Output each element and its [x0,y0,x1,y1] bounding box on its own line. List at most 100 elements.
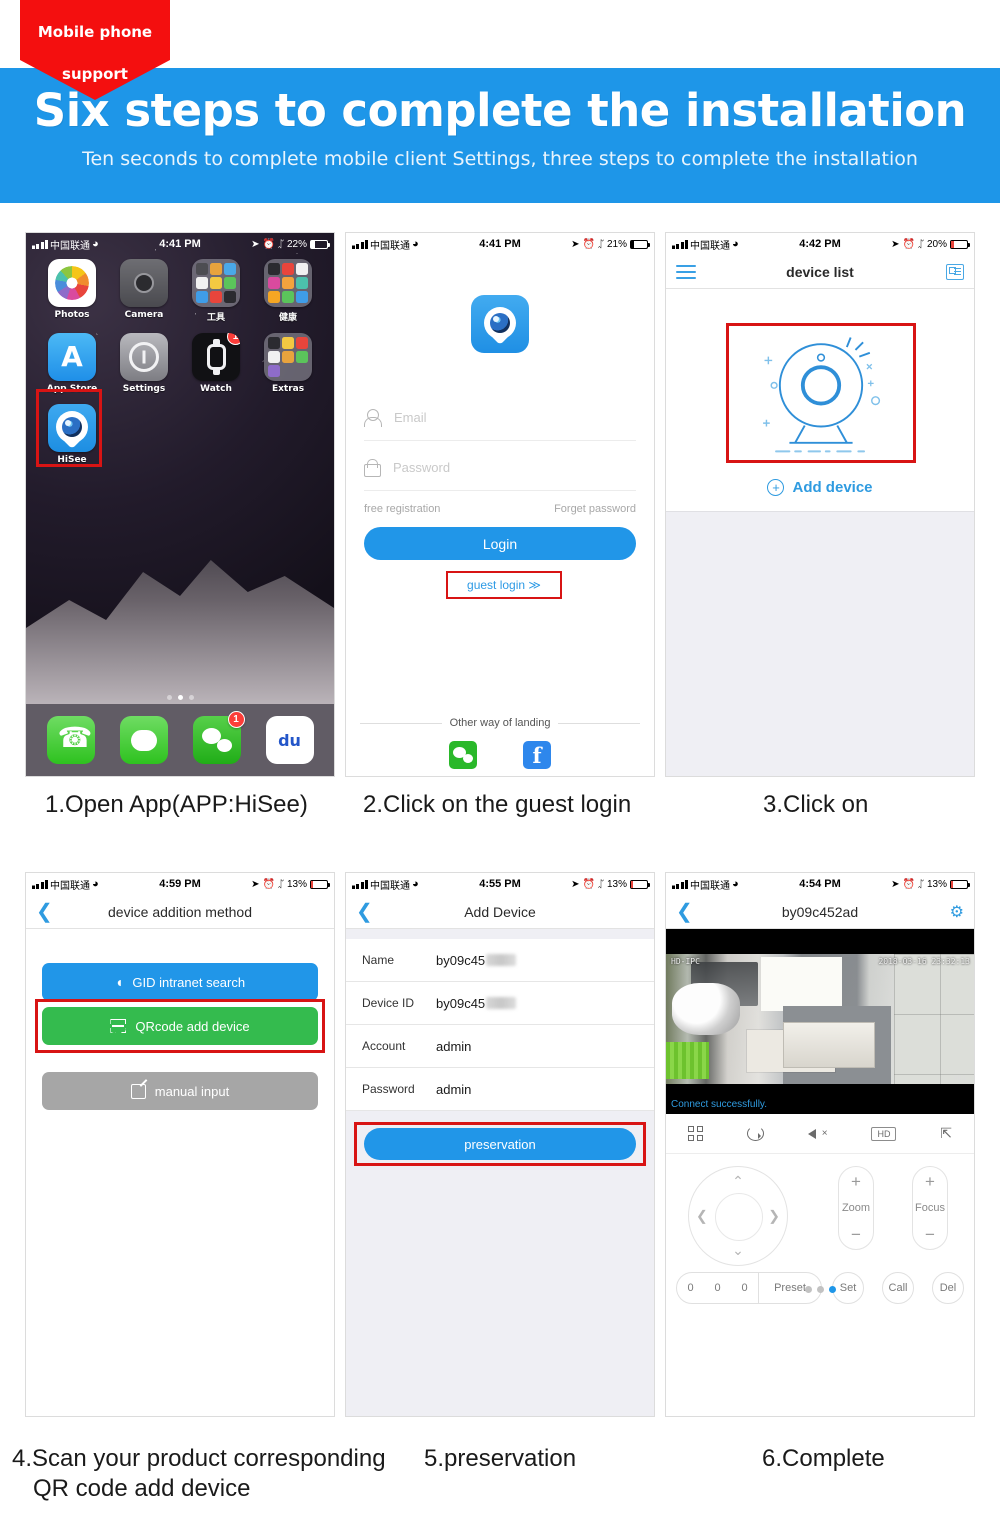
bluetooth-icon: ᛢ [597,238,604,250]
page-dot-active[interactable] [177,695,183,700]
caption-step-2: 2.Click on the guest login [363,791,632,818]
back-button[interactable]: ❮ [676,895,693,928]
messages-icon[interactable] [119,716,168,764]
hd-quality-button[interactable]: HD [871,1126,897,1141]
baidu-label: du [278,730,301,750]
qr-scan-button[interactable] [946,255,964,288]
settings-button[interactable]: ⚙ [950,895,964,928]
form-row-account[interactable]: Account admin [346,1025,654,1068]
chevron-right-icon[interactable]: ❯ [768,1208,780,1225]
app-folder-health[interactable]: 健康 [252,259,324,323]
wechat-icon[interactable]: 1 [192,711,245,764]
video-tile-region [893,954,974,1084]
other-way-divider: Other way of landing [360,717,641,729]
location-icon: ➤ [571,238,580,250]
button-label: GID intranet search [132,974,246,990]
masked-value [486,997,517,1009]
field-value-text: by09c45 [436,952,486,968]
page-dot[interactable] [804,1286,812,1293]
zoom-increase-button[interactable]: + [851,1173,861,1190]
phone-screenshot-6-live-view: 中国联通 ◕ 4:54 PM ➤ ⏰ ᛢ 13% ❮ by09c452ad ⚙ [665,872,975,1417]
app-icon-camera[interactable]: Camera [108,259,180,323]
page-dot-active[interactable] [828,1286,836,1293]
caption-step-5: 5.preservation [424,1445,577,1472]
fullscreen-icon[interactable]: ⇱ [940,1125,952,1142]
back-button[interactable]: ❮ [356,895,373,928]
focus-increase-button[interactable]: + [925,1173,935,1190]
facebook-login-icon[interactable]: f [523,741,551,769]
ptz-dpad[interactable]: ⌃ ⌄ ❮ ❯ [688,1166,788,1266]
page-dot[interactable] [166,695,172,700]
connection-status-text: Connect successfully. [671,1099,767,1110]
app-icon-photos[interactable]: Photos [36,259,108,323]
battery-icon [630,879,650,889]
login-button[interactable]: Login [364,527,636,560]
back-button[interactable]: ❮ [36,895,53,928]
page-title: device list [786,263,854,280]
field-value-text: by09c45 [436,995,486,1011]
qrcode-scan-icon [110,1019,126,1033]
chevron-up-icon[interactable]: ⌃ [732,1173,744,1190]
location-icon: ➤ [571,878,580,890]
forget-password-link[interactable]: Forget password [554,503,636,515]
masked-value [486,954,517,966]
alarm-icon: ⏰ [582,238,595,250]
page-dot[interactable] [816,1286,824,1293]
addition-method-body: ◖ GID intranet search QRcode add device … [26,929,334,1416]
form-row-device-id[interactable]: Device ID by09c45 [346,982,654,1025]
baidu-icon[interactable]: du [265,716,314,764]
form-row-password[interactable]: Password admin [346,1068,654,1111]
photos-icon [48,259,96,307]
wechat-login-icon[interactable] [449,741,477,769]
email-field[interactable]: Email [364,395,636,441]
zoom-decrease-button[interactable]: − [851,1226,861,1243]
menu-button[interactable] [676,255,696,288]
form-row-name[interactable]: Name by09c45 [346,939,654,982]
caption-step-6: 6.Complete [762,1445,885,1472]
settings-icon [120,333,168,381]
phone-screenshot-4-addition-method: 中国联通 ◕ 4:59 PM ➤ ⏰ ᛢ 13% ❮ device additi… [25,872,335,1417]
email-placeholder: Email [394,410,427,425]
folder-health-icon [264,259,312,307]
camera-illustration-highlight-box[interactable] [726,323,916,463]
focus-control[interactable]: + Focus − [912,1166,948,1250]
app-icon-settings[interactable]: Settings [108,333,180,394]
location-icon: ➤ [251,238,260,250]
ptz-center-button[interactable] [715,1193,763,1241]
page-dot[interactable] [188,695,194,700]
app-icon-app-store[interactable]: A App Store [36,333,108,394]
bluetooth-icon: ᛢ [917,878,924,890]
focus-decrease-button[interactable]: − [925,1226,935,1243]
multiview-icon[interactable] [687,1126,703,1141]
app-icon-watch[interactable]: 1 Watch [180,333,252,394]
device-list-empty-area [666,511,974,776]
zoom-control[interactable]: + Zoom − [838,1166,874,1250]
free-registration-link[interactable]: free registration [364,503,440,515]
alarm-icon: ⏰ [902,238,915,250]
video-frame [666,954,974,1084]
mute-cross-glyph: × [821,1128,828,1139]
chevron-down-icon[interactable]: ⌄ [732,1242,744,1259]
status-right: ➤ ⏰ ᛢ 13% [251,879,330,890]
app-folder-extras[interactable]: Extras [252,333,324,394]
location-icon: ➤ [891,878,900,890]
qrcode-add-device-button[interactable]: QRcode add device [42,1007,318,1045]
video-toolbar: × HD ⇱ [666,1114,974,1154]
add-device-label: Add device [792,479,873,496]
field-value-text: admin [436,1081,472,1097]
password-field[interactable]: Password [364,445,636,491]
mute-icon[interactable]: × [807,1126,828,1141]
guest-login-button[interactable]: guest login ≫ [467,578,541,592]
preservation-button[interactable]: preservation [364,1128,636,1160]
manual-input-button[interactable]: manual input [42,1072,318,1110]
video-player[interactable]: HD-IPC 2018-03-16 23:32:13 X01 Connect s… [666,929,974,1114]
app-folder-tools[interactable]: 工具 [180,259,252,323]
bluetooth-icon: ᛢ [917,238,924,250]
zoom-label: Zoom [841,1202,871,1214]
add-device-button[interactable]: + Add device [666,479,974,496]
status-bar: 中国联通 ◕ 4:42 PM ➤ ⏰ ᛢ 20% [666,233,974,255]
chevron-left-icon[interactable]: ❮ [696,1208,708,1225]
gid-intranet-search-button[interactable]: ◖ GID intranet search [42,963,318,1001]
phone-icon[interactable] [46,716,95,764]
rotate-icon[interactable] [746,1126,764,1141]
